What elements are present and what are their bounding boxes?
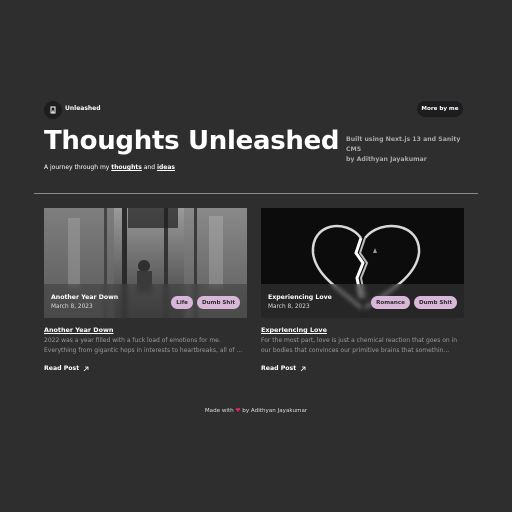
post-excerpt: For the most part, love is just a chemic… <box>261 337 458 354</box>
tag-life[interactable]: Life <box>171 296 193 309</box>
brand-name[interactable]: Unleashed <box>65 105 101 112</box>
page-title: Thoughts Unleashed <box>44 126 340 156</box>
built-with-text: Built using Next.js 13 and Sanity CMS by… <box>346 135 476 165</box>
footer-suffix: by Adithyan Jayakumar <box>242 408 308 414</box>
post-thumbnail[interactable]: Another Year Down March 8, 2023 Life Dum… <box>44 208 247 318</box>
more-by-me-button[interactable]: More by me <box>417 101 463 117</box>
read-post-label: Read Post <box>44 365 80 372</box>
built-line-1: Built using Next.js 13 and Sanity CMS <box>346 136 461 153</box>
heart-icon: ♥ <box>235 408 241 414</box>
ideas-link[interactable]: ideas <box>157 164 175 171</box>
post-title-link[interactable]: Another Year Down <box>44 326 247 334</box>
overlay-title: Another Year Down <box>51 294 119 301</box>
tagline-and: and <box>143 164 156 171</box>
tagline: A journey through my thoughts and ideas <box>44 164 175 171</box>
tagline-prefix: A journey through my <box>44 164 110 171</box>
tag-romance[interactable]: Romance <box>371 296 410 309</box>
tag-dumb-shit[interactable]: Dumb Shit <box>413 296 457 309</box>
thoughts-link[interactable]: thoughts <box>111 164 142 171</box>
footer: Made with ♥ by Adithyan Jayakumar <box>0 408 512 414</box>
post-date: March 8, 2023 <box>268 304 310 310</box>
arrow-up-right-icon <box>300 366 306 371</box>
post-title-link[interactable]: Experiencing Love <box>261 326 464 334</box>
arrow-up-right-icon <box>83 366 89 371</box>
read-post-link[interactable]: Read Post <box>44 365 247 372</box>
post-card[interactable]: Another Year Down March 8, 2023 Life Dum… <box>44 208 247 372</box>
read-post-link[interactable]: Read Post <box>261 365 464 372</box>
logo-icon[interactable] <box>44 101 62 119</box>
footer-prefix: Made with <box>204 408 234 414</box>
post-excerpt: 2022 was a year filled with a fuck load … <box>44 337 243 354</box>
read-post-label: Read Post <box>261 365 297 372</box>
tag-list: Life Dumb Shit <box>171 296 240 309</box>
header-divider <box>34 193 478 194</box>
tag-dumb-shit[interactable]: Dumb Shit <box>196 296 240 309</box>
tag-list: Romance Dumb Shit <box>371 296 457 309</box>
post-date: March 8, 2023 <box>51 304 93 310</box>
built-line-2: by Adithyan Jayakumar <box>346 156 427 163</box>
post-thumbnail[interactable]: Experiencing Love March 8, 2023 Romance … <box>261 208 464 318</box>
overlay-title: Experiencing Love <box>268 294 332 301</box>
post-card[interactable]: Experiencing Love March 8, 2023 Romance … <box>261 208 464 372</box>
